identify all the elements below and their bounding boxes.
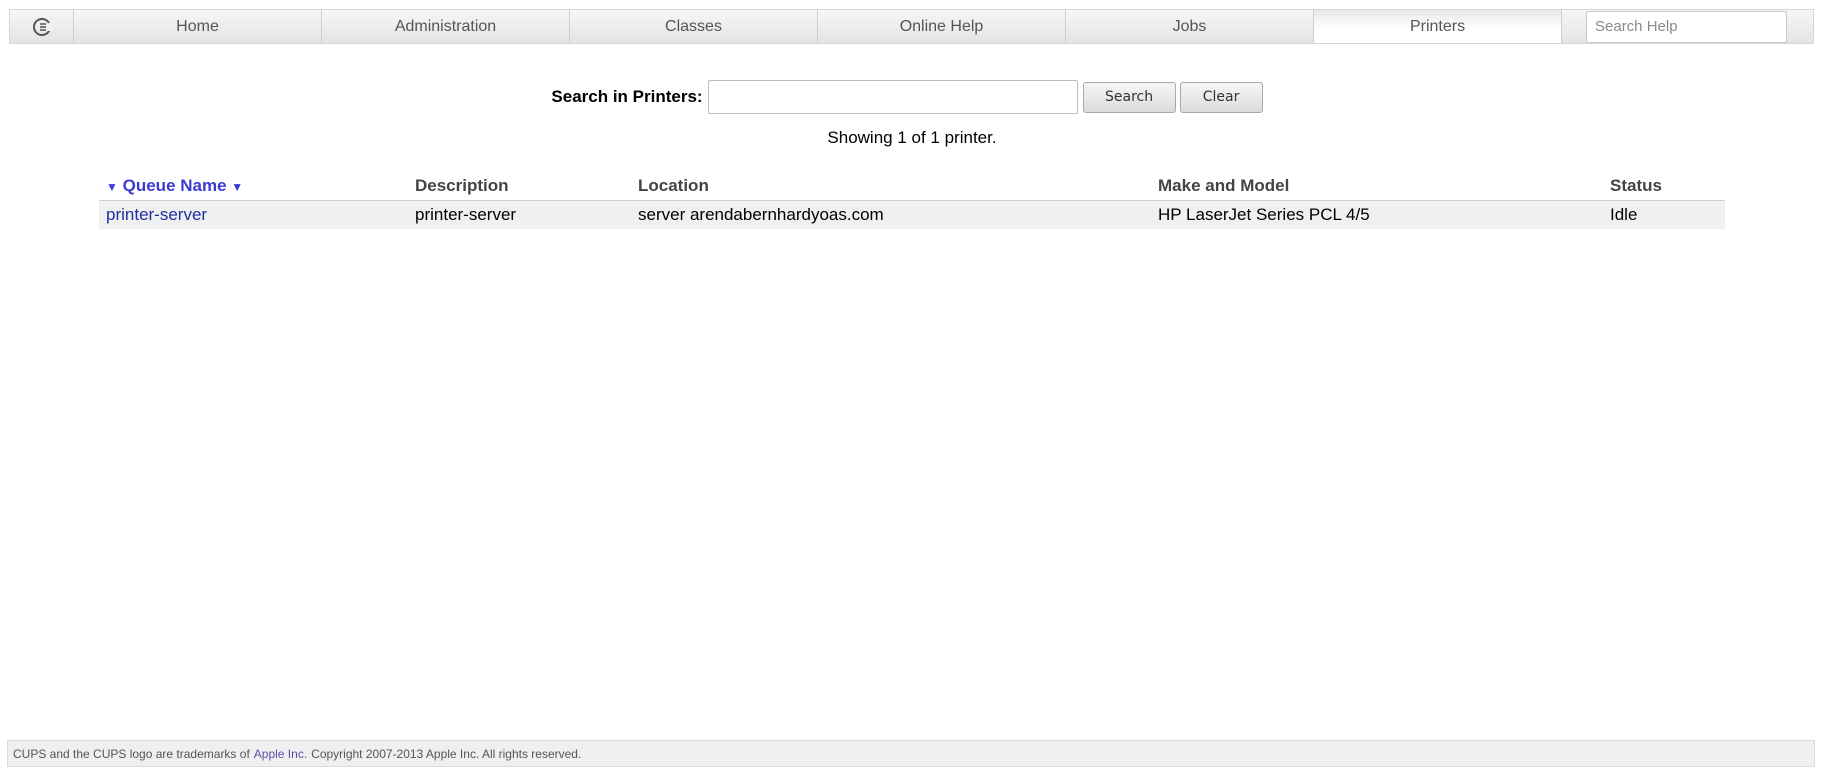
location-cell: server arendabernhardyoas.com	[631, 200, 1151, 229]
tab-online-help[interactable]: Online Help	[818, 10, 1066, 43]
status-cell: Idle	[1603, 200, 1725, 229]
footer-copyright-text: Copyright 2007-2013 Apple Inc. All right…	[311, 746, 582, 761]
search-help-input[interactable]	[1586, 10, 1787, 43]
footer: CUPS and the CUPS logo are trademarks of…	[7, 740, 1815, 767]
apple-link[interactable]: Apple Inc.	[254, 747, 307, 761]
page: Home Administration Classes Online Help …	[0, 0, 1824, 775]
help-search-container	[1562, 10, 1813, 43]
search-label: Search in Printers:	[551, 87, 703, 106]
printer-search-input[interactable]	[707, 80, 1078, 114]
printers-table: ▼ Queue Name ▼ Description Location Make…	[99, 172, 1725, 229]
search-button[interactable]: Search	[1082, 81, 1176, 113]
tab-printers[interactable]: Printers	[1314, 10, 1562, 43]
cups-logo-icon	[32, 17, 52, 36]
queue-name-cell: printer-server	[99, 200, 408, 229]
description-cell: printer-server	[408, 200, 631, 229]
sort-by-queue-name-link[interactable]: Queue Name	[123, 176, 227, 195]
tab-jobs[interactable]: Jobs	[1066, 10, 1314, 43]
printer-link[interactable]: printer-server	[106, 205, 207, 224]
table-header-row: ▼ Queue Name ▼ Description Location Make…	[99, 172, 1725, 201]
column-header-description: Description	[408, 172, 631, 201]
table-row: printer-server printer-server server are…	[99, 200, 1725, 229]
clear-button[interactable]: Clear	[1179, 81, 1263, 113]
result-count: Showing 1 of 1 printer.	[827, 128, 997, 147]
column-header-queue-name[interactable]: ▼ Queue Name ▼	[99, 172, 408, 201]
top-nav-bar: Home Administration Classes Online Help …	[9, 9, 1814, 44]
printer-search-form: Search in Printers: Search Clear	[0, 80, 1824, 114]
column-header-make-model: Make and Model	[1151, 172, 1603, 201]
tab-classes[interactable]: Classes	[570, 10, 818, 43]
footer-trademark-text: CUPS and the CUPS logo are trademarks of	[13, 746, 250, 761]
tab-home[interactable]: Home	[74, 10, 322, 43]
column-header-location: Location	[631, 172, 1151, 201]
sort-descending-icon: ▼	[106, 180, 118, 194]
tab-administration[interactable]: Administration	[322, 10, 570, 43]
make-model-cell: HP LaserJet Series PCL 4/5	[1151, 200, 1603, 229]
sort-descending-icon: ▼	[231, 180, 244, 194]
cups-logo-link[interactable]	[10, 10, 74, 43]
column-header-status: Status	[1603, 172, 1725, 201]
